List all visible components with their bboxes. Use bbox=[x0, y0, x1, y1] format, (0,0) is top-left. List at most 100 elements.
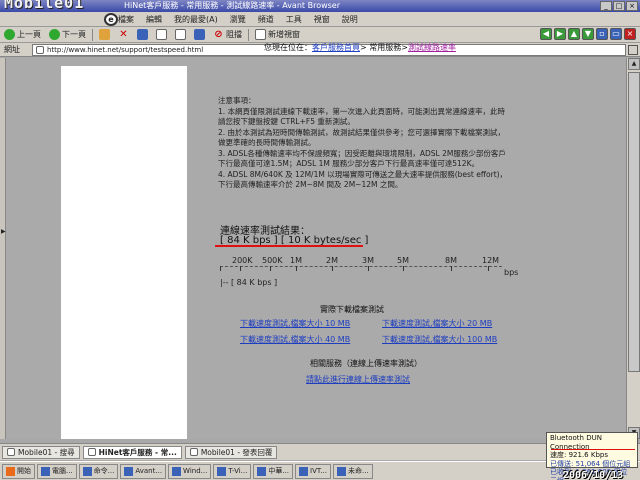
page-icon bbox=[36, 45, 44, 54]
scale-label: 200K bbox=[232, 256, 253, 265]
back-arrow-icon bbox=[4, 29, 15, 40]
taskbar-item[interactable]: IVT... bbox=[295, 463, 332, 479]
scale-bar bbox=[220, 266, 502, 274]
scale-result: |-- [ 84 K bps ] bbox=[220, 278, 278, 287]
taskbar-item[interactable]: Wind... bbox=[168, 463, 212, 479]
left-white-column bbox=[61, 66, 187, 439]
prev-tab-icon[interactable]: ◀ bbox=[540, 28, 552, 40]
note-item: 4. ADSL 8M/640K 及 12M/1M 以現場實際可傳送之最大速率提供… bbox=[218, 169, 508, 190]
home-button[interactable] bbox=[154, 28, 169, 42]
address-url: http://www.hinet.net/support/testspeed.h… bbox=[47, 45, 204, 54]
print-button[interactable] bbox=[173, 28, 188, 42]
menu-view[interactable]: 瀏覽 bbox=[230, 14, 246, 25]
restore-icon[interactable]: ▫ bbox=[596, 28, 608, 40]
menu-help[interactable]: 說明 bbox=[342, 14, 358, 25]
taskbar-item[interactable]: 未命... bbox=[333, 463, 373, 479]
print-icon bbox=[175, 29, 186, 40]
tab-label: HiNet客戶服務 - 常... bbox=[98, 447, 177, 457]
taskbar-label: 中華... bbox=[268, 467, 290, 475]
download-20mb-link[interactable]: 下載速度測試,檔案大小 20 MB bbox=[382, 318, 492, 329]
close-button[interactable]: × bbox=[626, 1, 638, 11]
start-button[interactable]: 開始 bbox=[2, 463, 35, 479]
video-icon bbox=[217, 466, 227, 476]
forward-label: 下一頁 bbox=[62, 30, 86, 39]
breadcrumb-sep: > 常用服務> bbox=[360, 43, 408, 52]
forward-button[interactable]: 下一頁 bbox=[47, 28, 88, 42]
block-popup-button[interactable]: ⊘ 阻擋 bbox=[211, 28, 244, 42]
menu-file[interactable]: 檔案 bbox=[118, 14, 134, 25]
menu-channel[interactable]: 頻道 bbox=[258, 14, 274, 25]
taskbar-label: Avant... bbox=[135, 467, 163, 475]
window-controls: _ □ × bbox=[600, 1, 638, 11]
red-underline bbox=[215, 245, 363, 247]
note-item: 1. 本網頁僅限測試連線下載速率，第一次進入此頁面時，可能測出異常連線速率，此時… bbox=[218, 106, 506, 127]
window-title: HiNet客戶服務 - 常用服務 - 測試線路速率 - Avant Browse… bbox=[124, 1, 341, 10]
scale-tick bbox=[270, 266, 271, 271]
scroll-up-icon[interactable]: ▲ bbox=[628, 58, 640, 70]
download-10mb-link[interactable]: 下載速度測試,檔案大小 10 MB bbox=[240, 318, 350, 329]
tooltip-sent: 已傳送: 51,064 個位元組 bbox=[550, 459, 631, 468]
tab-label: Mobile01 - 發表回覆 bbox=[200, 447, 273, 457]
vertical-scrollbar[interactable]: ▲ ▼ bbox=[626, 58, 640, 439]
scale-tick bbox=[451, 266, 452, 271]
address-label: 網址 bbox=[4, 45, 20, 54]
taskbar-label: Wind... bbox=[183, 467, 208, 475]
stop-icon: ✕ bbox=[119, 29, 128, 40]
menu-edit[interactable]: 編輯 bbox=[146, 14, 162, 25]
breadcrumb-prefix: 您現在位在： bbox=[264, 43, 312, 52]
breadcrumb: 您現在位在：客戶服務首頁> 常用服務>測試線路速率 bbox=[264, 42, 456, 53]
scale-unit: bps bbox=[504, 268, 519, 277]
tile-icon[interactable]: ▭ bbox=[610, 28, 622, 40]
note-item: 2. 由於本測試為短時間傳輸測試，故測試結果僅供參考；您可選擇實際下載檔案測試，… bbox=[218, 127, 506, 148]
next-tab-icon[interactable]: ▶ bbox=[554, 28, 566, 40]
new-window-button[interactable]: 新增視窗 bbox=[253, 28, 302, 42]
scale-label: 12M bbox=[482, 256, 500, 265]
taskbar-item[interactable]: 電腦... bbox=[37, 463, 77, 479]
block-icon: ⊘ bbox=[214, 29, 223, 40]
menu-window[interactable]: 視窗 bbox=[314, 14, 330, 25]
download-title: 實際下載檔案測試 bbox=[320, 305, 384, 314]
go-icon[interactable] bbox=[628, 44, 638, 55]
new-window-icon bbox=[255, 29, 266, 40]
minimize-button[interactable]: _ bbox=[600, 1, 612, 11]
back-button[interactable]: 上一頁 bbox=[2, 28, 43, 42]
taskbar-item[interactable]: 命令... bbox=[78, 463, 119, 479]
taskbar-item[interactable]: Avant... bbox=[120, 463, 167, 479]
down-icon[interactable]: ▼ bbox=[582, 28, 594, 40]
download-40mb-link[interactable]: 下載速度測試,檔案大小 40 MB bbox=[240, 334, 350, 345]
toolbar-divider bbox=[248, 28, 249, 41]
breadcrumb-home-link[interactable]: 客戶服務首頁 bbox=[312, 43, 360, 52]
up-icon[interactable]: ▲ bbox=[568, 28, 580, 40]
upload-test-link[interactable]: 請點此進行連線上傳速率測試 bbox=[306, 374, 410, 385]
menu-favorites[interactable]: 我的最愛(A) bbox=[174, 14, 218, 25]
menu-tools[interactable]: 工具 bbox=[286, 14, 302, 25]
stop-button[interactable]: ✕ bbox=[116, 28, 131, 42]
taskbar-item[interactable]: 中華... bbox=[253, 463, 294, 479]
browser-tab-bar: Mobile01 - 搜尋 HiNet客戶服務 - 常... Mobile01 … bbox=[0, 443, 640, 460]
scale-label: 500K bbox=[262, 256, 283, 265]
breadcrumb-current-link[interactable]: 測試線路速率 bbox=[408, 43, 456, 52]
download-100mb-link[interactable]: 下載速度測試,檔案大小 100 MB bbox=[382, 334, 497, 345]
title-bar: Mobile01 HiNet客戶服務 - 常用服務 - 測試線路速率 - Ava… bbox=[0, 0, 640, 12]
tab-hinet[interactable]: HiNet客戶服務 - 常... bbox=[82, 445, 182, 459]
expand-arrow-icon: ▶ bbox=[1, 228, 6, 235]
tab-mobile01-reply[interactable]: Mobile01 - 發表回覆 bbox=[184, 445, 278, 459]
refresh-button[interactable] bbox=[135, 28, 150, 42]
image-button[interactable] bbox=[192, 28, 207, 42]
red-underline bbox=[551, 449, 635, 450]
scale-tick bbox=[488, 266, 489, 271]
home-icon bbox=[156, 29, 167, 40]
close-tab-icon[interactable]: × bbox=[624, 28, 636, 40]
refresh-icon bbox=[137, 29, 148, 40]
watermark-logo: Mobile01 bbox=[4, 0, 85, 12]
scroll-thumb[interactable] bbox=[628, 72, 640, 372]
toolbar-divider bbox=[92, 28, 93, 41]
favorites-button[interactable] bbox=[97, 28, 112, 42]
image-icon bbox=[194, 29, 205, 40]
maximize-button[interactable]: □ bbox=[613, 1, 625, 11]
os-taskbar: 開始 電腦... 命令... Avant... Wind... T-Vi... … bbox=[0, 461, 640, 480]
tab-mobile01-search[interactable]: Mobile01 - 搜尋 bbox=[2, 445, 80, 459]
computer-icon bbox=[41, 466, 50, 476]
tab-label: Mobile01 - 搜尋 bbox=[18, 447, 75, 457]
taskbar-item[interactable]: T-Vi... bbox=[213, 463, 252, 479]
